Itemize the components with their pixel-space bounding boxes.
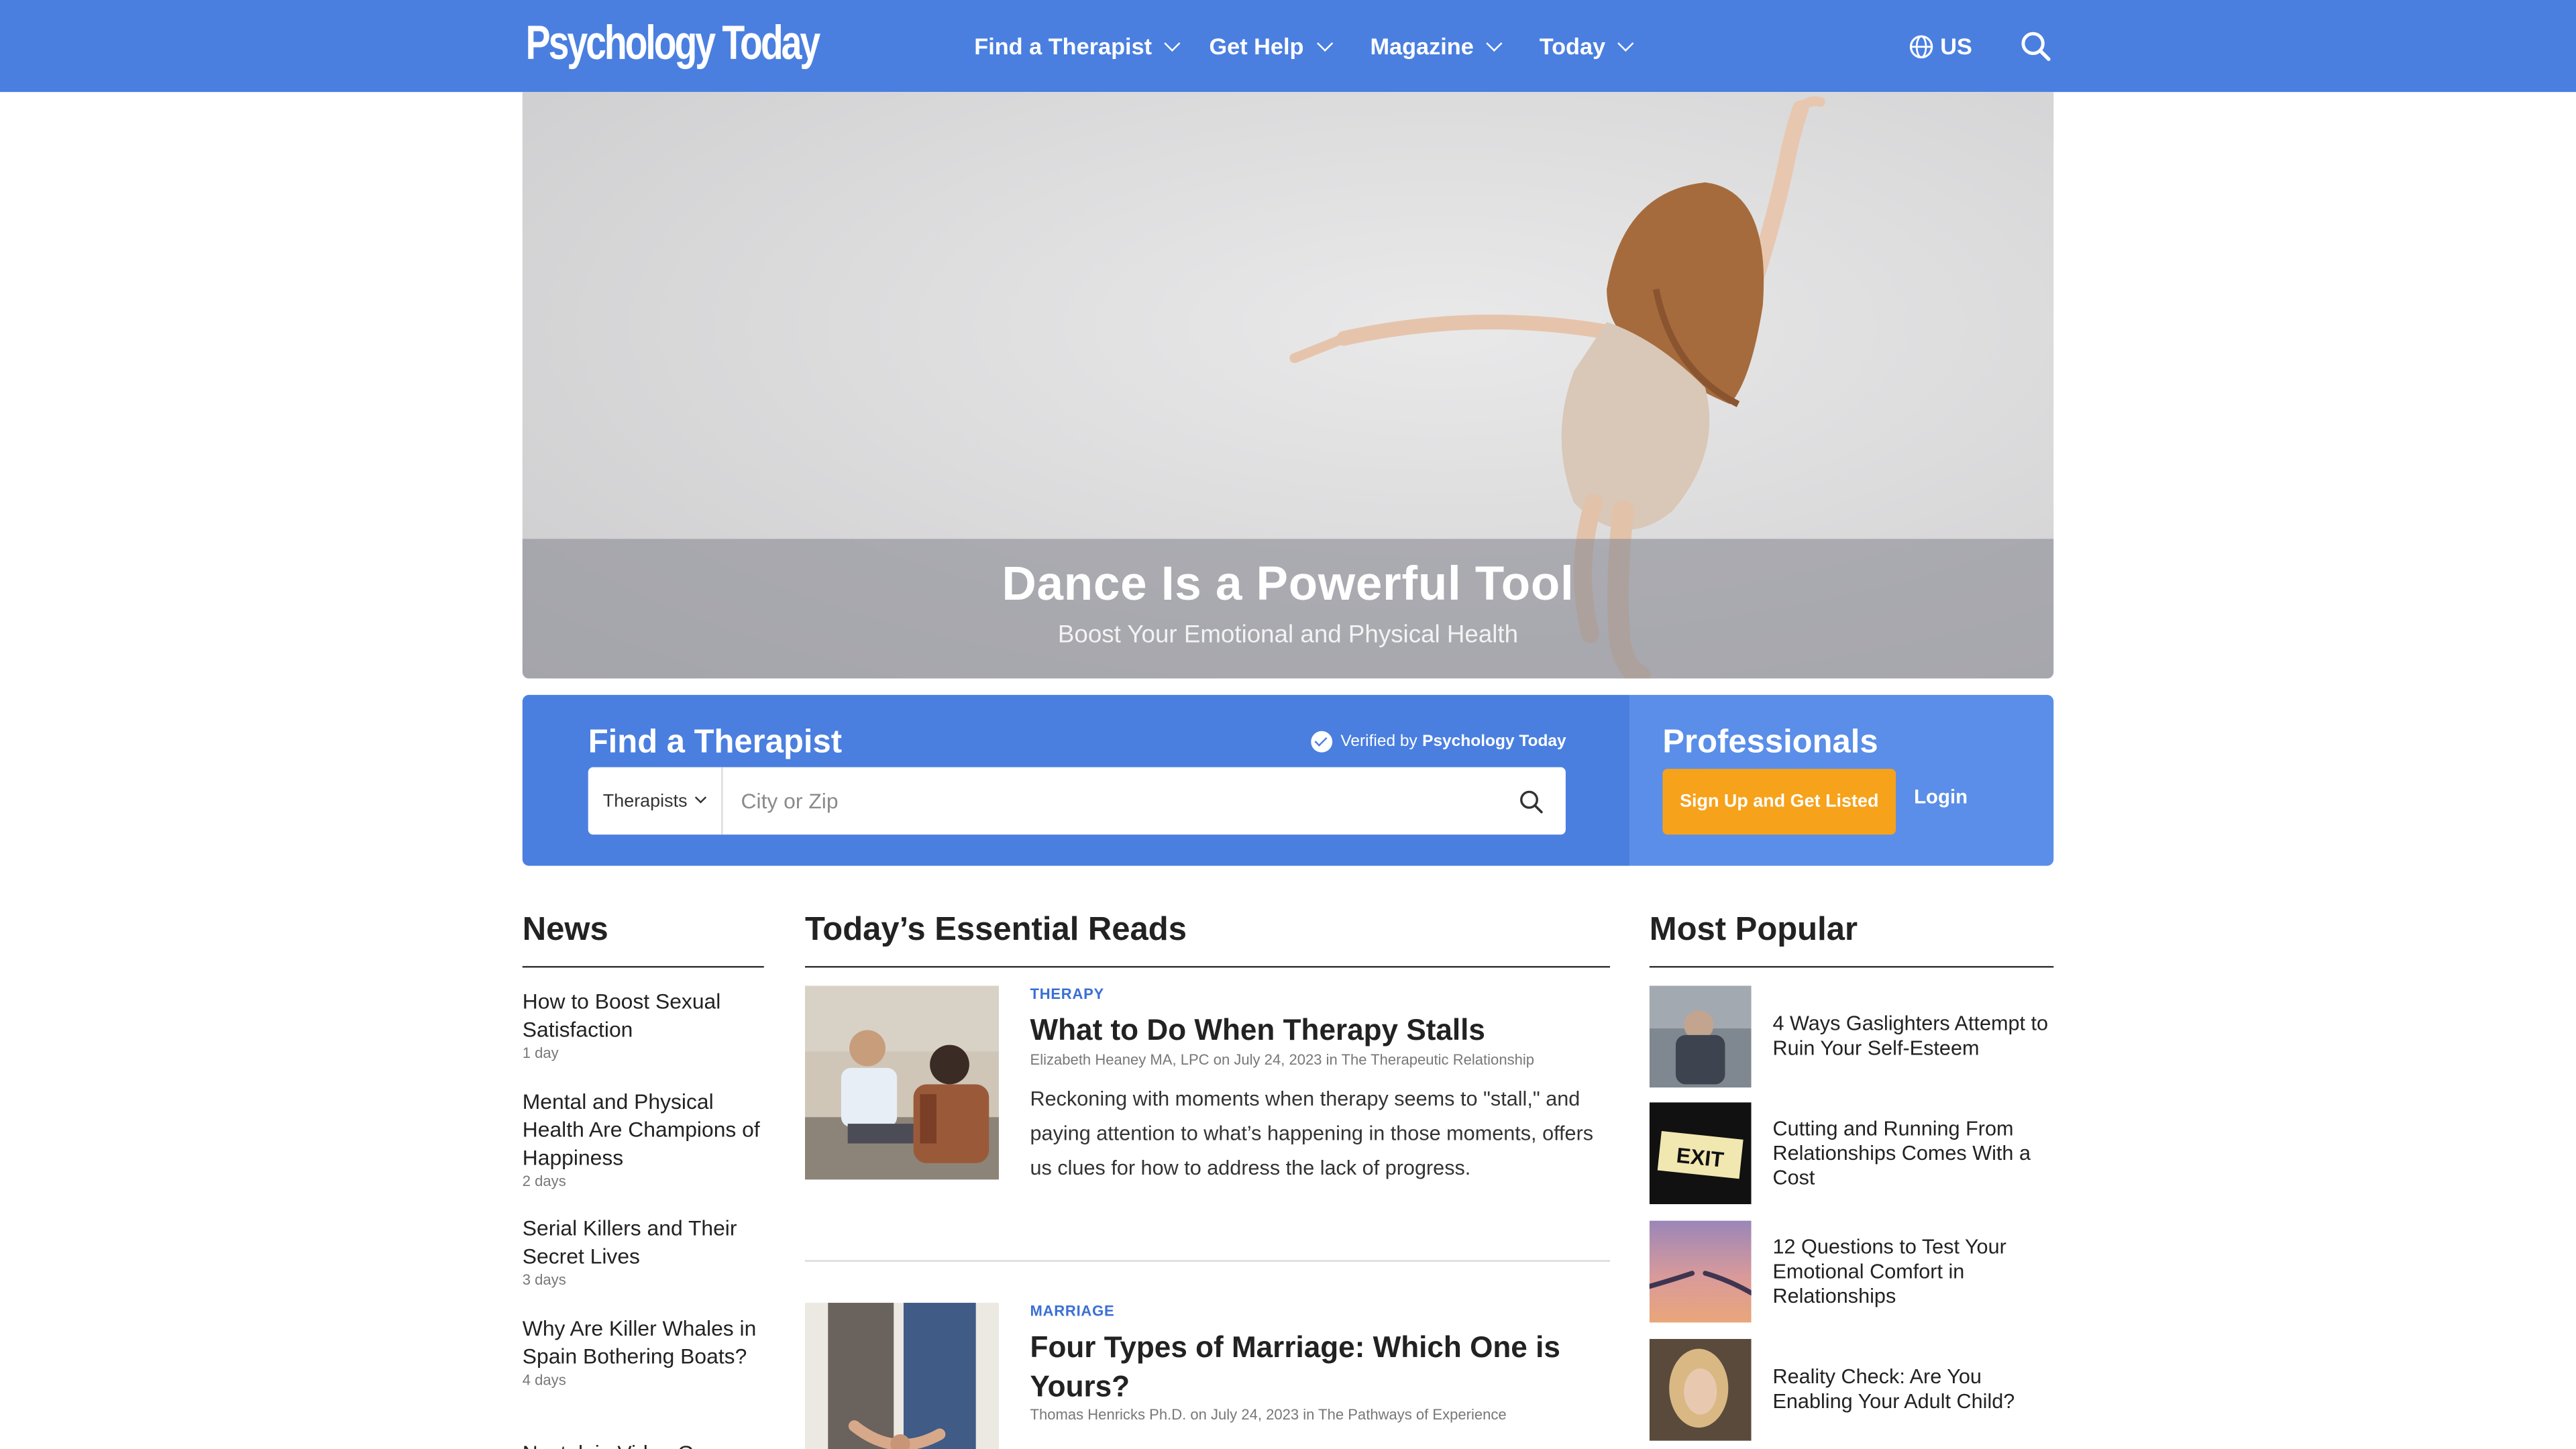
article-image-marriage[interactable]	[805, 1303, 999, 1449]
article-category[interactable]: MARRIAGE	[1030, 1303, 1115, 1319]
news-item[interactable]: Why Are Killer Whales in Spain Bothering…	[522, 1314, 761, 1389]
find-therapist-panel: Find a Therapist Verified by Psychology …	[522, 694, 1630, 866]
article-divider	[805, 1260, 1611, 1262]
search-icon[interactable]	[1518, 789, 1544, 815]
news-rule	[522, 966, 764, 968]
essential-reads-heading: Today’s Essential Reads	[805, 912, 1187, 949]
login-link[interactable]: Login	[1914, 786, 1968, 808]
popular-item[interactable]: EXIT Cutting and Running From Relationsh…	[1649, 1102, 2053, 1205]
chevron-down-icon	[1164, 34, 1181, 51]
chevron-down-icon	[1486, 34, 1503, 51]
nav-find-a-therapist[interactable]: Find a Therapist	[974, 0, 1181, 92]
provider-type-value: Therapists	[602, 791, 688, 811]
verified-brand: Psychology Today	[1422, 733, 1566, 751]
popular-item[interactable]: Reality Check: Are You Enabling Your Adu…	[1649, 1338, 2053, 1441]
site-logo[interactable]: Psychology Today	[526, 18, 821, 72]
news-title[interactable]: How to Boost Sexual Satisfaction	[523, 987, 761, 1043]
therapist-search-box: Therapists	[588, 767, 1566, 835]
nav-label: Find a Therapist	[974, 32, 1152, 60]
popular-image-exit-sign: EXIT	[1649, 1102, 1752, 1205]
hero-subtitle: Boost Your Emotional and Physical Health	[1057, 621, 1519, 649]
popular-title[interactable]: Cutting and Running From Relationships C…	[1772, 1117, 2053, 1191]
nav-label: Today	[1539, 32, 1606, 60]
checkmark-icon	[1311, 731, 1333, 753]
news-title[interactable]: Nostalgia Video G	[523, 1439, 761, 1449]
popular-title[interactable]: Reality Check: Are You Enabling Your Adu…	[1772, 1365, 2053, 1414]
chevron-down-icon	[695, 792, 708, 804]
news-age: 3 days	[522, 1271, 566, 1289]
search-icon[interactable]	[2019, 30, 2052, 62]
city-or-zip-input[interactable]	[724, 767, 1497, 835]
news-item[interactable]: Serial Killers and Their Secret Lives 3 …	[523, 1214, 761, 1288]
hero-caption: Dance Is a Powerful Tool Boost Your Emot…	[522, 539, 2054, 679]
hero-title[interactable]: Dance Is a Powerful Tool	[523, 559, 2053, 613]
finder-title: Find a Therapist	[588, 724, 843, 761]
news-title[interactable]: Serial Killers and Their Secret Lives	[523, 1214, 761, 1270]
popular-image-hands	[1649, 1220, 1752, 1323]
professionals-panel: Professionals Sign Up and Get Listed Log…	[1629, 694, 2054, 866]
article-title[interactable]: Four Types of Marriage: Which One is You…	[1030, 1328, 1597, 1407]
news-age: 4 days	[522, 1371, 566, 1389]
hero-banner[interactable]: Dance Is a Powerful Tool Boost Your Emot…	[522, 92, 2054, 679]
article-card: MARRIAGE Four Types of Marriage: Which O…	[805, 1303, 1610, 1449]
nav-today[interactable]: Today	[1539, 0, 1634, 92]
nav-label: Get Help	[1209, 32, 1304, 60]
popular-item[interactable]: 12 Questions to Test Your Emotional Comf…	[1649, 1220, 2053, 1323]
article-teaser: Reckoning with moments when therapy seem…	[1030, 1087, 1594, 1180]
provider-type-select[interactable]: Therapists	[588, 767, 723, 835]
news-item[interactable]: Mental and Physical Health Are Champions…	[523, 1087, 761, 1189]
popular-image-woman	[1649, 1338, 1752, 1441]
article-card: THERAPY What to Do When Therapy Stalls E…	[805, 985, 1610, 1248]
most-popular-rule	[1649, 966, 2054, 968]
nav-get-help[interactable]: Get Help	[1209, 0, 1333, 92]
page: Psychology Today Find a Therapist Get He…	[0, 0, 2576, 1449]
most-popular-heading: Most Popular	[1649, 912, 1858, 949]
verified-badge: Verified by Psychology Today	[1311, 731, 1566, 753]
region-selector[interactable]: US	[1909, 0, 1972, 92]
verified-prefix: Verified by	[1340, 733, 1417, 751]
news-title[interactable]: Mental and Physical Health Are Champions…	[523, 1087, 761, 1171]
region-label: US	[1940, 32, 1972, 60]
article-category[interactable]: THERAPY	[1030, 985, 1104, 1002]
exit-sign-text: EXIT	[1675, 1143, 1725, 1172]
nav-magazine[interactable]: Magazine	[1370, 0, 1503, 92]
article-title[interactable]: What to Do When Therapy Stalls	[1030, 1010, 1597, 1050]
essential-rule	[805, 966, 1611, 968]
popular-title[interactable]: 12 Questions to Test Your Emotional Comf…	[1772, 1236, 2053, 1309]
news-item[interactable]: How to Boost Sexual Satisfaction 1 day	[523, 987, 761, 1061]
chevron-down-icon	[1617, 34, 1634, 51]
news-age: 1 day	[522, 1044, 559, 1062]
nav-label: Magazine	[1370, 32, 1474, 60]
popular-title[interactable]: 4 Ways Gaslighters Attempt to Ruin Your …	[1772, 1012, 2053, 1061]
news-title[interactable]: Why Are Killer Whales in Spain Bothering…	[523, 1314, 761, 1370]
news-heading: News	[522, 912, 608, 949]
news-age: 2 days	[522, 1173, 566, 1190]
article-byline: Elizabeth Heaney MA, LPC on July 24, 202…	[1030, 1051, 1535, 1068]
professionals-title: Professionals	[1662, 724, 1878, 761]
news-item[interactable]: Nostalgia Video G	[523, 1439, 761, 1449]
top-navigation-bar: Psychology Today Find a Therapist Get He…	[0, 0, 2576, 93]
sign-up-button[interactable]: Sign Up and Get Listed	[1662, 769, 1896, 835]
article-byline: Thomas Henricks Ph.D. on July 24, 2023 i…	[1030, 1406, 1507, 1423]
popular-item[interactable]: 4 Ways Gaslighters Attempt to Ruin Your …	[1649, 985, 2053, 1088]
globe-icon	[1909, 34, 1933, 58]
popular-image-gaslighting	[1649, 985, 1752, 1088]
article-image-therapy[interactable]	[805, 985, 999, 1180]
chevron-down-icon	[1316, 34, 1333, 51]
